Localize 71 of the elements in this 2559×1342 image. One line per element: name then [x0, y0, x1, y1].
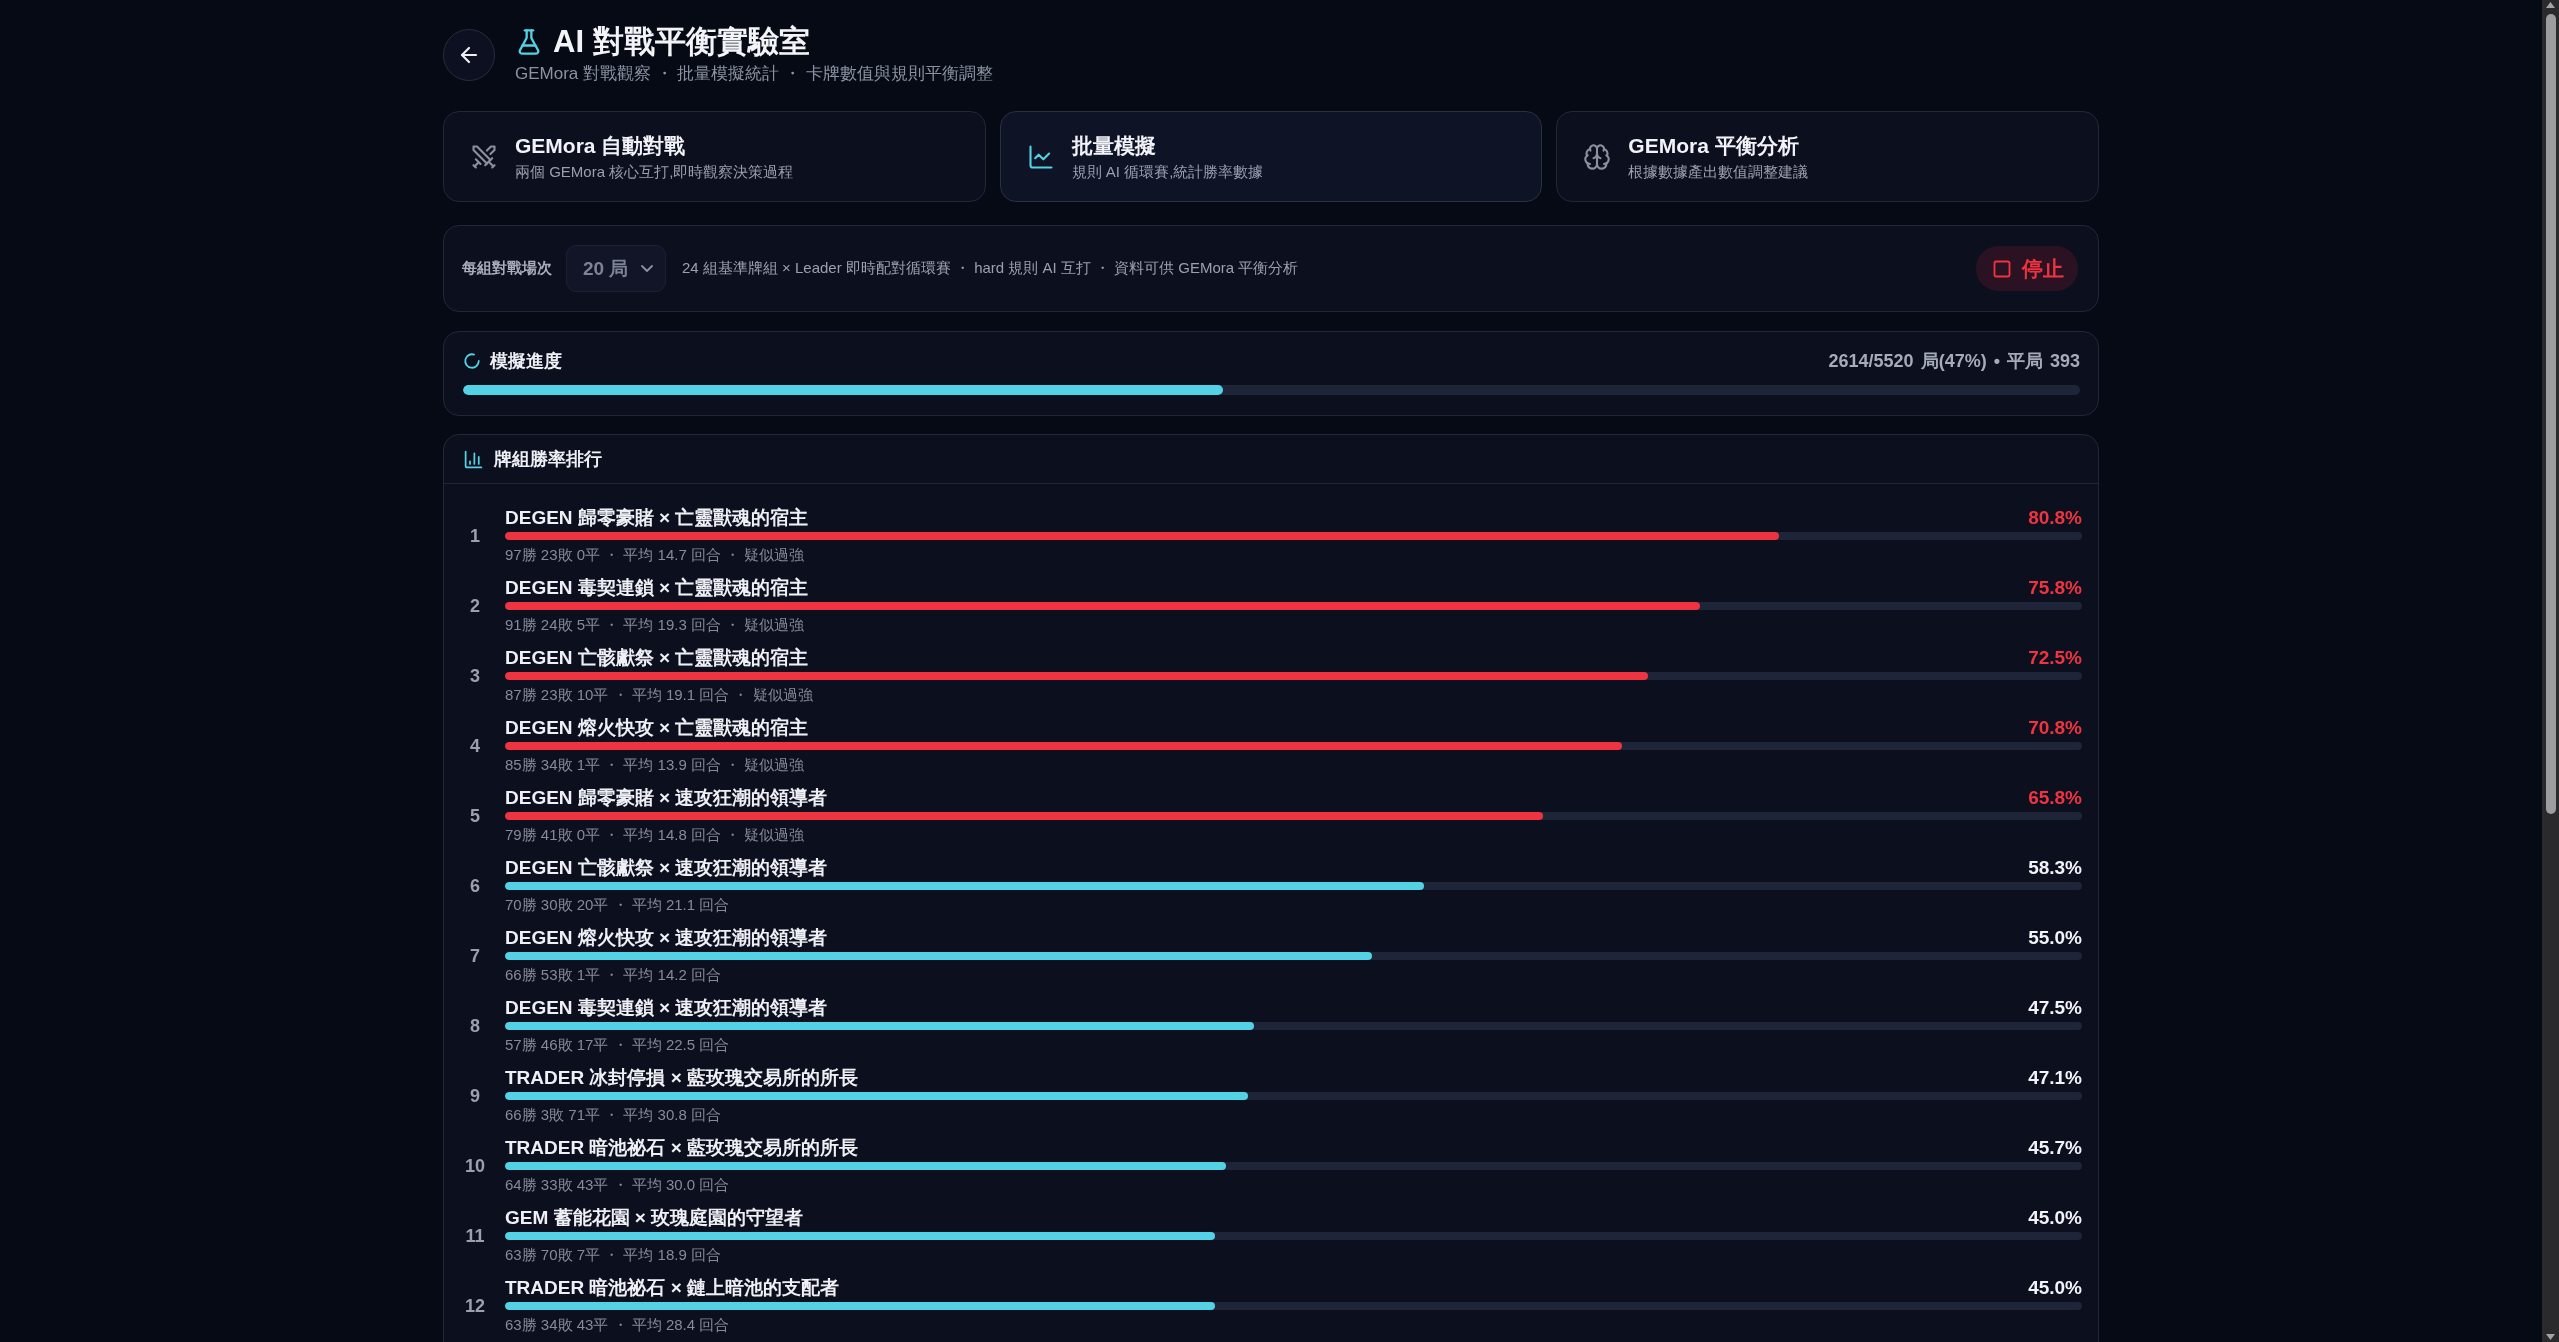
scrollbar-thumb[interactable] — [2546, 14, 2556, 814]
win-rate: 58.3% — [2028, 857, 2082, 879]
rank-number: 4 — [469, 735, 481, 757]
win-rate: 45.0% — [2028, 1207, 2082, 1229]
rounds-label: 每組對戰場次 — [462, 259, 552, 278]
spinner-icon — [463, 352, 481, 370]
win-rate: 75.8% — [2028, 577, 2082, 599]
progress-reading: 2614/5520 局(47%) • 平局 393 — [1828, 350, 2080, 373]
rank-number: 5 — [469, 805, 481, 827]
win-rate: 47.5% — [2028, 997, 2082, 1019]
deck-name: TRADER 冰封停損 × 藍玫瑰交易所的所長 — [505, 1066, 859, 1090]
match-stats: 70勝 30敗 20平 ・ 平均 21.1 回合 — [505, 895, 731, 915]
rank-number: 1 — [469, 525, 481, 547]
ranking-title: 牌組勝率排行 — [494, 448, 602, 471]
win-rate: 72.5% — [2028, 647, 2082, 669]
win-rate: 55.0% — [2028, 927, 2082, 949]
deck-name: DEGEN 熔火快攻 × 速攻狂潮的領導者 — [505, 926, 828, 950]
deck-name: DEGEN 熔火快攻 × 亡靈獸魂的宿主 — [505, 716, 809, 740]
mode-card[interactable]: GEMora 自動對戰 兩個 GEMora 核心互打,即時觀察決策過程 — [443, 111, 986, 202]
match-stats: 97勝 23敗 0平 ・ 平均 14.7 回合 ・ 疑似過強 — [505, 545, 806, 565]
back-button[interactable] — [443, 29, 495, 81]
brain-icon — [1583, 142, 1612, 171]
deck-name: DEGEN 亡骸獻祭 × 速攻狂潮的領導者 — [505, 856, 828, 880]
rank-number: 8 — [469, 1015, 481, 1037]
match-stats: 57勝 46敗 17平 ・ 平均 22.5 回合 — [505, 1035, 731, 1055]
deck-name: TRADER 暗池祕石 × 鏈上暗池的支配者 — [505, 1276, 840, 1300]
mode-card[interactable]: 批量模擬 規則 AI 循環賽,統計勝率數據 — [999, 111, 1543, 202]
rank-number: 10 — [464, 1155, 486, 1177]
rank-number: 11 — [464, 1225, 486, 1247]
match-stats: 85勝 34敗 1平 ・ 平均 13.9 回合 ・ 疑似過強 — [505, 755, 806, 775]
stop-square-icon — [1992, 258, 2012, 279]
rounds-dropdown[interactable]: 20 局 — [566, 245, 666, 292]
rank-number: 9 — [469, 1085, 481, 1107]
deck-name: DEGEN 毒契連鎖 × 速攻狂潮的領導者 — [505, 996, 828, 1020]
mode-card[interactable]: GEMora 平衡分析 根據數據產出數值調整建議 — [1556, 111, 2099, 202]
deck-name: TRADER 暗池祕石 × 藍玫瑰交易所的所長 — [505, 1136, 859, 1160]
match-stats: 79勝 41敗 0平 ・ 平均 14.8 回合 ・ 疑似過強 — [505, 825, 806, 845]
crossed-swords-icon — [470, 142, 498, 171]
progress-title: 模擬進度 — [490, 350, 562, 373]
win-rate: 45.0% — [2028, 1277, 2082, 1299]
match-stats: 91勝 24敗 5平 ・ 平均 19.3 回合 ・ 疑似過強 — [505, 615, 806, 635]
page-subtitle: GEMora 對戰觀察 ・ 批量模擬統計 ・ 卡牌數值與規則平衡調整 — [515, 63, 993, 85]
win-rate: 45.7% — [2028, 1137, 2082, 1159]
scroll-up-icon[interactable] — [2546, 2, 2555, 8]
win-rate: 70.8% — [2028, 717, 2082, 739]
rank-number: 6 — [469, 875, 481, 897]
match-stats: 64勝 33敗 43平 ・ 平均 30.0 回合 — [505, 1175, 731, 1195]
deck-name: DEGEN 歸零豪賭 × 速攻狂潮的領導者 — [505, 786, 828, 810]
deck-name: DEGEN 歸零豪賭 × 亡靈獸魂的宿主 — [505, 506, 809, 530]
deck-name: DEGEN 亡骸獻祭 × 亡靈獸魂的宿主 — [505, 646, 809, 670]
match-stats: 87勝 23敗 10平 ・ 平均 19.1 回合 ・ 疑似過強 — [505, 685, 814, 705]
page-title: AI 對戰平衡實驗室 — [553, 23, 810, 61]
stop-button[interactable]: 停止 — [1976, 246, 2078, 291]
simulation-description: 24 組基準牌組 × Leader 即時配對循環賽 ・ hard 規則 AI 互打 ・ 資料可供 GEMora 平衡分析 — [681, 259, 1300, 278]
rank-number: 7 — [469, 945, 481, 967]
rank-number: 3 — [469, 665, 481, 687]
match-stats: 66勝 3敗 71平 ・ 平均 30.8 回合 — [505, 1105, 722, 1125]
bar-chart-icon — [463, 448, 484, 470]
match-stats: 63勝 70敗 7平 ・ 平均 18.9 回合 — [505, 1245, 722, 1265]
match-stats: 66勝 53敗 1平 ・ 平均 14.2 回合 — [505, 965, 722, 985]
deck-name: DEGEN 毒契連鎖 × 亡靈獸魂的宿主 — [505, 576, 809, 600]
scroll-down-icon[interactable] — [2546, 1334, 2555, 1340]
rank-number: 2 — [469, 595, 481, 617]
line-chart-icon — [1026, 142, 1055, 171]
chevron-down-icon — [641, 265, 653, 272]
win-rate: 80.8% — [2028, 507, 2082, 529]
win-rate: 65.8% — [2028, 787, 2082, 809]
match-stats: 63勝 34敗 43平 ・ 平均 28.4 回合 — [505, 1315, 731, 1335]
win-rate: 47.1% — [2028, 1067, 2082, 1089]
rank-number: 12 — [464, 1295, 486, 1317]
deck-name: GEM 蓄能花園 × 玫瑰庭園的守望者 — [505, 1206, 804, 1230]
